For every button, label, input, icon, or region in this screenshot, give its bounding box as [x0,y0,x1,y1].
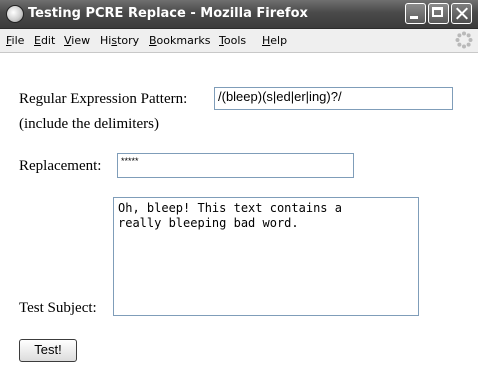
close-button[interactable] [451,3,472,24]
delimiter-note: (include the delimiters) [19,116,159,132]
replacement-input[interactable]: ***** [117,153,354,178]
subject-textarea[interactable]: Oh, bleep! This text contains a really bl… [113,197,419,316]
menu-tools[interactable]: Tools [219,34,246,47]
pattern-label: Regular Expression Pattern: [19,91,188,107]
browser-window: Testing PCRE Replace - Mozilla Firefox F… [0,0,478,389]
subject-line-2: really bleeping bad word. [118,216,299,230]
minimize-button[interactable] [405,3,426,24]
subject-line-1: Oh, bleep! This text contains a [118,201,342,215]
replacement-label: Replacement: [19,158,102,174]
window-title: Testing PCRE Replace - Mozilla Firefox [28,6,308,21]
firefox-icon [6,5,24,23]
title-bar[interactable]: Testing PCRE Replace - Mozilla Firefox [0,0,478,29]
maximize-button[interactable] [428,3,449,24]
menu-bar: File Edit View History Bookmarks Tools H… [0,29,478,53]
menu-help[interactable]: Help [262,34,287,47]
page-content: Regular Expression Pattern: /(bleep)(s|e… [0,53,478,389]
subject-label: Test Subject: [19,300,97,316]
test-button[interactable]: Test! [19,339,77,362]
throbber-icon [455,31,473,49]
pattern-input[interactable]: /(bleep)(s|ed|er|ing)?/ [214,87,453,110]
menu-file[interactable]: File [6,34,24,47]
menu-view[interactable]: View [64,34,90,47]
menu-edit[interactable]: Edit [34,34,55,47]
menu-bookmarks[interactable]: Bookmarks [149,34,210,47]
menu-history[interactable]: History [100,34,139,47]
